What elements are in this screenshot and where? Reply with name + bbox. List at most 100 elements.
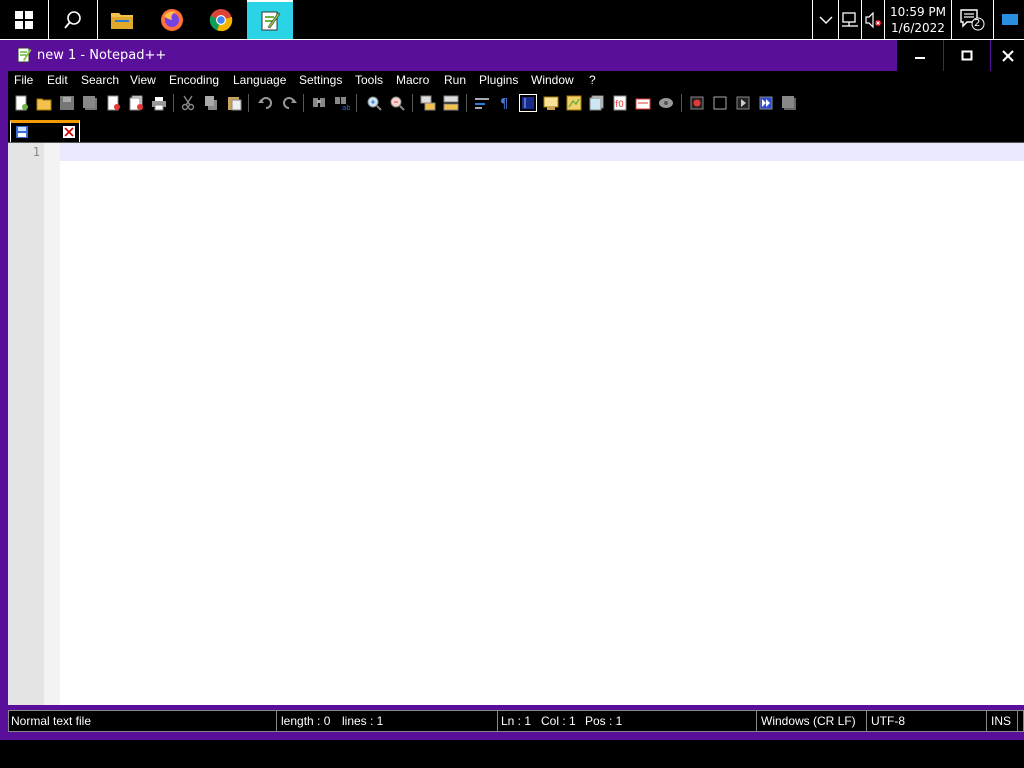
firefox-icon xyxy=(161,8,183,31)
taskbar-chrome[interactable] xyxy=(197,0,245,39)
menu-macro[interactable]: Macro xyxy=(396,73,429,87)
save-icon xyxy=(16,126,28,138)
zoom-out-icon[interactable] xyxy=(389,95,405,111)
chrome-icon xyxy=(209,8,233,31)
notepad-window: new 1 - Notepad++ File Edit Search View … xyxy=(0,40,1024,740)
taskbar-file-explorer[interactable] xyxy=(98,0,146,39)
sync-horizontal-icon[interactable] xyxy=(443,95,459,111)
open-file-icon[interactable] xyxy=(36,95,52,111)
save-all-icon[interactable] xyxy=(82,95,98,111)
close-all-icon[interactable] xyxy=(128,95,144,111)
svg-text:ab: ab xyxy=(342,104,350,111)
notification-count: 2 xyxy=(974,18,981,29)
save-icon[interactable] xyxy=(59,95,75,111)
doc-list-icon[interactable] xyxy=(589,95,605,111)
tab-bar xyxy=(8,115,1024,142)
folder-workspace-icon[interactable] xyxy=(635,95,651,111)
minimize-icon xyxy=(915,56,925,59)
menu-bar: File Edit Search View Encoding Language … xyxy=(8,71,1024,91)
record-macro-icon[interactable] xyxy=(689,95,705,111)
taskbar: 10:59 PM 1/6/2022 2 xyxy=(0,0,1024,40)
run-macro-multiple-icon[interactable] xyxy=(758,95,774,111)
menu-run[interactable]: Run xyxy=(444,73,466,87)
window-title: new 1 - Notepad++ xyxy=(37,48,167,63)
find-icon[interactable] xyxy=(311,95,327,111)
action-center-button[interactable]: 2 xyxy=(952,0,992,39)
menu-search[interactable]: Search xyxy=(81,73,119,87)
clock-date: 1/6/2022 xyxy=(891,20,945,35)
current-line-highlight xyxy=(60,143,1024,161)
menu-settings[interactable]: Settings xyxy=(299,73,342,87)
undo-icon[interactable] xyxy=(258,95,274,111)
desktop-icon xyxy=(1002,13,1018,25)
monitoring-icon[interactable] xyxy=(658,95,674,111)
show-desktop-button[interactable] xyxy=(996,0,1024,39)
close-icon[interactable] xyxy=(63,126,75,138)
paste-icon[interactable] xyxy=(226,95,242,111)
function-list-icon[interactable]: f0 xyxy=(612,95,628,111)
zoom-in-icon[interactable] xyxy=(366,95,382,111)
close-button[interactable] xyxy=(991,40,1024,71)
word-wrap-icon[interactable] xyxy=(474,95,490,111)
menu-encoding[interactable]: Encoding xyxy=(169,73,219,87)
search-icon xyxy=(64,10,81,29)
fold-margin xyxy=(44,143,60,705)
tray-clock[interactable]: 10:59 PM 1/6/2022 xyxy=(885,0,951,39)
folder-icon xyxy=(111,12,133,29)
menu-tools[interactable]: Tools xyxy=(355,73,383,87)
status-lines: lines : 1 xyxy=(342,714,384,728)
status-eol[interactable]: Windows (CR LF) xyxy=(761,714,856,728)
redo-icon[interactable] xyxy=(281,95,297,111)
doc-map-icon[interactable] xyxy=(566,95,582,111)
volume-muted-icon xyxy=(865,11,881,28)
sync-vertical-icon[interactable] xyxy=(420,95,436,111)
menu-help[interactable]: ? xyxy=(589,73,596,87)
menu-view[interactable]: View xyxy=(130,73,156,87)
chevron-up-icon xyxy=(819,16,832,24)
copy-icon[interactable] xyxy=(203,95,219,111)
show-all-chars-icon[interactable]: ¶ xyxy=(497,95,513,111)
start-button[interactable] xyxy=(0,0,48,39)
menu-file[interactable]: File xyxy=(14,73,33,87)
text-editor[interactable]: 1 xyxy=(8,142,1024,705)
network-icon xyxy=(842,11,858,27)
status-encoding[interactable]: UTF-8 xyxy=(871,714,905,728)
status-ln: Ln : 1 xyxy=(501,714,532,728)
line-number: 1 xyxy=(32,145,40,159)
menu-window[interactable]: Window xyxy=(531,73,574,87)
replace-icon[interactable]: ab xyxy=(334,95,350,111)
close-file-icon[interactable] xyxy=(105,95,121,111)
tab-new-1[interactable] xyxy=(10,120,80,142)
close-icon xyxy=(1001,49,1014,62)
search-button[interactable] xyxy=(49,0,97,39)
save-macro-icon[interactable] xyxy=(781,95,797,111)
cut-icon[interactable] xyxy=(180,95,196,111)
app-icon xyxy=(17,47,32,63)
print-icon[interactable] xyxy=(151,95,167,111)
menu-plugins[interactable]: Plugins xyxy=(479,73,518,87)
indent-guide-icon[interactable] xyxy=(519,94,537,112)
taskbar-notepad-plus-plus[interactable] xyxy=(247,0,293,39)
svg-text:¶: ¶ xyxy=(500,97,508,111)
svg-text:f0: f0 xyxy=(615,100,624,110)
toolbar: ab ¶ f0 xyxy=(8,91,1024,115)
tray-network-button[interactable] xyxy=(839,0,861,39)
tray-volume-button[interactable] xyxy=(862,0,884,39)
notification-icon xyxy=(960,8,985,30)
notepad-icon xyxy=(261,11,281,30)
menu-edit[interactable]: Edit xyxy=(47,73,68,87)
title-bar[interactable]: new 1 - Notepad++ xyxy=(0,40,1024,71)
play-macro-icon[interactable] xyxy=(735,95,751,111)
stop-macro-icon[interactable] xyxy=(712,95,728,111)
status-length: length : 0 xyxy=(281,714,331,728)
maximize-button[interactable] xyxy=(944,40,990,71)
menu-language[interactable]: Language xyxy=(233,73,286,87)
new-file-icon[interactable] xyxy=(13,95,29,111)
taskbar-firefox[interactable] xyxy=(148,0,196,39)
status-col: Col : 1 xyxy=(541,714,576,728)
status-pos: Pos : 1 xyxy=(585,714,623,728)
status-insert-mode[interactable]: INS xyxy=(991,714,1011,728)
user-lang-icon[interactable] xyxy=(543,95,559,111)
tray-overflow-button[interactable] xyxy=(813,0,838,39)
minimize-button[interactable] xyxy=(897,40,943,71)
